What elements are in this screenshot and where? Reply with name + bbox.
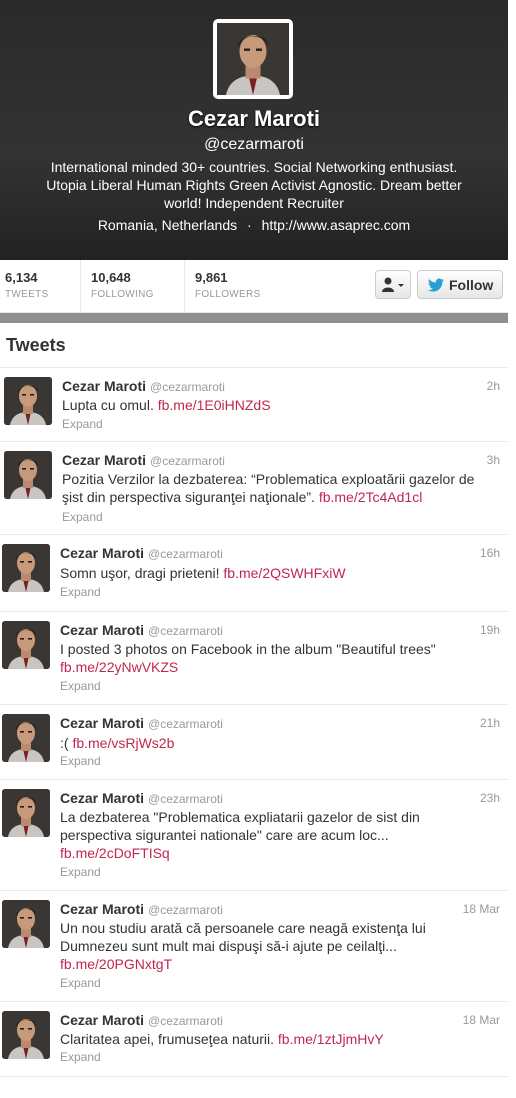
user-dropdown-icon bbox=[382, 277, 404, 292]
tweet-avatar[interactable] bbox=[4, 377, 52, 425]
tweet-expand[interactable]: Expand bbox=[62, 510, 103, 524]
follow-button-label: Follow bbox=[449, 277, 494, 293]
stat-following[interactable]: 10,648 FOLLOWING bbox=[86, 260, 185, 312]
tweets-heading-bar: Tweets bbox=[0, 323, 508, 368]
profile-bio: International minded 30+ countries. Soci… bbox=[46, 159, 462, 211]
tweet-avatar[interactable] bbox=[4, 451, 52, 499]
tweet[interactable]: Cezar Maroti @cezarmaroti 18 Mar Un nou s… bbox=[0, 890, 508, 1002]
tweet-avatar[interactable] bbox=[2, 789, 50, 837]
stat-followers-count: 9,861 bbox=[195, 270, 228, 285]
tweet-text: La dezbaterea "Problematica expliatarii … bbox=[60, 809, 420, 861]
tweet-text: I posted 3 photos on Facebook in the alb… bbox=[60, 641, 436, 675]
tweet-link[interactable]: fb.me/1ztJjmHvY bbox=[278, 1031, 384, 1047]
profile-header: Cezar Maroti @cezarmaroti International … bbox=[0, 0, 508, 260]
tweet-time[interactable]: 2h bbox=[487, 379, 500, 393]
tweet-link[interactable]: fb.me/1E0iHNZdS bbox=[158, 397, 271, 413]
tweet-time[interactable]: 23h bbox=[480, 791, 500, 805]
user-actions-button[interactable] bbox=[375, 270, 411, 299]
tweet-expand[interactable]: Expand bbox=[60, 754, 101, 768]
tweet-expand[interactable]: Expand bbox=[60, 585, 101, 599]
tweet-screen-name: @cezarmaroti bbox=[148, 1014, 223, 1028]
stat-tweets-count: 6,134 bbox=[5, 270, 38, 285]
tweet-text: Lupta cu omul. fb.me/1E0iHNZdS bbox=[62, 397, 271, 413]
tweet-expand[interactable]: Expand bbox=[60, 976, 101, 990]
tweet-link[interactable]: fb.me/2QSWHFxiW bbox=[223, 565, 345, 581]
profile-location-line: Romania, Netherlands · http://www.asapre… bbox=[0, 217, 508, 233]
profile-avatar[interactable] bbox=[213, 19, 293, 99]
tweet-screen-name: @cezarmaroti bbox=[148, 624, 223, 638]
tweet-screen-name: @cezarmaroti bbox=[148, 792, 223, 806]
tweet-link[interactable]: fb.me/2cDoFTISq bbox=[60, 845, 170, 861]
tweet-avatar[interactable] bbox=[2, 1011, 50, 1059]
tweet-text: :( fb.me/vsRjWs2b bbox=[60, 735, 175, 751]
tweet-screen-name: @cezarmaroti bbox=[150, 454, 225, 468]
follow-button[interactable]: Follow bbox=[417, 270, 503, 299]
tweet-author[interactable]: Cezar Maroti @cezarmaroti bbox=[62, 378, 225, 394]
tweet-text: Somn uşor, dragi prieteni! fb.me/2QSWHFx… bbox=[60, 565, 346, 581]
tweet-time[interactable]: 18 Mar bbox=[463, 1013, 500, 1027]
tweet-author[interactable]: Cezar Maroti @cezarmaroti bbox=[60, 901, 223, 917]
tweet-link[interactable]: fb.me/22yNwVKZS bbox=[60, 659, 178, 675]
tweet-avatar[interactable] bbox=[2, 544, 50, 592]
tweet-time[interactable]: 18 Mar bbox=[463, 902, 500, 916]
tweet-expand[interactable]: Expand bbox=[60, 1050, 101, 1064]
tweet-screen-name: @cezarmaroti bbox=[148, 717, 223, 731]
tweet-link[interactable]: fb.me/20PGNxtgT bbox=[60, 956, 172, 972]
tweet-expand[interactable]: Expand bbox=[60, 679, 101, 693]
tweet[interactable]: Cezar Maroti @cezarmaroti 16h Somn uşor, … bbox=[0, 534, 508, 612]
tweet-avatar[interactable] bbox=[2, 900, 50, 948]
tweet-timeline: Cezar Maroti @cezarmaroti 2h Lupta cu omu… bbox=[0, 367, 508, 1087]
tweet-screen-name: @cezarmaroti bbox=[150, 380, 225, 394]
stat-tweets[interactable]: 6,134 TWEETS bbox=[0, 260, 81, 312]
profile-handle: @cezarmaroti bbox=[204, 136, 304, 153]
tweets-heading: Tweets bbox=[6, 335, 66, 355]
twitter-bird-icon bbox=[428, 278, 444, 292]
tweet-time[interactable]: 19h bbox=[480, 623, 500, 637]
tweet[interactable]: Cezar Maroti @cezarmaroti 21h :( fb.me/vs… bbox=[0, 704, 508, 780]
stat-following-count: 10,648 bbox=[91, 270, 131, 285]
tweet-screen-name: @cezarmaroti bbox=[148, 547, 223, 561]
tweet-expand[interactable]: Expand bbox=[62, 417, 103, 431]
tweet-link[interactable]: fb.me/vsRjWs2b bbox=[72, 735, 174, 751]
stat-tweets-label: TWEETS bbox=[5, 289, 49, 300]
tweet-screen-name: @cezarmaroti bbox=[148, 903, 223, 917]
stat-followers-label: FOLLOWERS bbox=[195, 289, 261, 300]
tweet-time[interactable]: 21h bbox=[480, 716, 500, 730]
tweet-link[interactable]: fb.me/2Tc4Ad1cl bbox=[319, 489, 423, 505]
tweet[interactable]: Cezar Maroti @cezarmaroti 2h Lupta cu omu… bbox=[0, 367, 508, 442]
tweet-expand[interactable]: Expand bbox=[60, 865, 101, 879]
tweet-author[interactable]: Cezar Maroti @cezarmaroti bbox=[60, 622, 223, 638]
tweet-time[interactable]: 3h bbox=[487, 453, 500, 467]
tweet-author[interactable]: Cezar Maroti @cezarmaroti bbox=[60, 790, 223, 806]
tweet[interactable]: Cezar Maroti @cezarmaroti 23h La dezbater… bbox=[0, 779, 508, 891]
profile-location: Romania, Netherlands bbox=[97, 217, 238, 233]
tweet[interactable]: Cezar Maroti @cezarmaroti 19h I posted 3 … bbox=[0, 611, 508, 705]
tweet-text: Claritatea apei, frumuseţea naturii. fb.… bbox=[60, 1031, 384, 1047]
tweet-author[interactable]: Cezar Maroti @cezarmaroti bbox=[60, 545, 223, 561]
tweet-avatar[interactable] bbox=[2, 621, 50, 669]
profile-name: Cezar Maroti bbox=[187, 106, 321, 131]
tweet-text: Un nou studiu arată că persoanele care n… bbox=[60, 920, 426, 972]
tweet-author[interactable]: Cezar Maroti @cezarmaroti bbox=[60, 715, 223, 731]
profile-url[interactable]: http://www.asaprec.com bbox=[262, 217, 411, 233]
separator-dot: · bbox=[247, 217, 252, 233]
tweet-author[interactable]: Cezar Maroti @cezarmaroti bbox=[62, 452, 225, 468]
stat-following-label: FOLLOWING bbox=[91, 289, 154, 300]
divider-band bbox=[0, 313, 508, 323]
tweet-text: Pozitia Verzilor la dezbaterea: “Problem… bbox=[62, 471, 475, 505]
tweet-time[interactable]: 16h bbox=[480, 546, 500, 560]
tweet-avatar[interactable] bbox=[2, 714, 50, 762]
stat-followers[interactable]: 9,861 FOLLOWERS bbox=[190, 260, 300, 312]
tweet[interactable]: Cezar Maroti @cezarmaroti 18 Mar Claritat… bbox=[0, 1001, 508, 1077]
tweet[interactable]: Cezar Maroti @cezarmaroti 3h Pozitia Verz… bbox=[0, 441, 508, 535]
tweet-author[interactable]: Cezar Maroti @cezarmaroti bbox=[60, 1012, 223, 1028]
